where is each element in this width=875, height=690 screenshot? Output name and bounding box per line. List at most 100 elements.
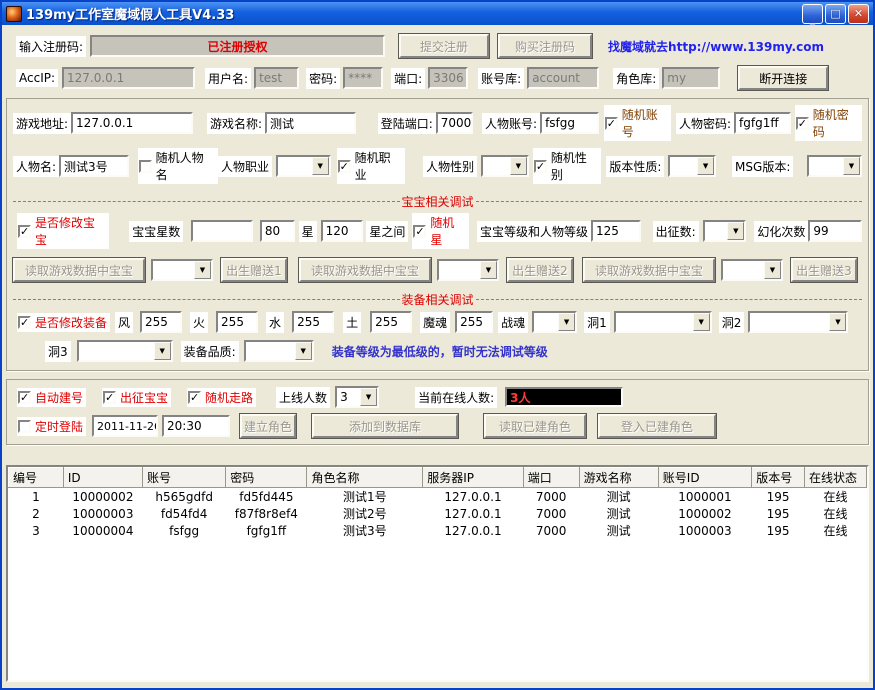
star-min-input[interactable]: 80 bbox=[260, 220, 295, 242]
modify-equip-checkbox[interactable]: ✓ 是否修改装备 bbox=[17, 313, 110, 332]
pet-select-1[interactable]: ▼ bbox=[151, 259, 213, 281]
morph-count-input[interactable]: 99 bbox=[808, 220, 862, 242]
column-header-10[interactable]: 版本号 bbox=[752, 468, 805, 488]
birth-gift-button-1[interactable]: 出生赠送1 bbox=[221, 258, 287, 282]
random-class-checkbox[interactable]: ✓ 随机职业 bbox=[337, 148, 406, 184]
pet-level-input[interactable]: 125 bbox=[591, 220, 641, 242]
char-password-input[interactable]: fgfg1ff bbox=[734, 112, 791, 134]
random-star-checkbox[interactable]: ✓ 随机星 bbox=[412, 213, 469, 249]
disconnect-button[interactable]: 断开连接 bbox=[738, 66, 828, 90]
chevron-down-icon[interactable]: ▼ bbox=[312, 157, 329, 175]
chevron-down-icon[interactable]: ▼ bbox=[194, 261, 211, 279]
chevron-down-icon[interactable]: ▼ bbox=[480, 261, 497, 279]
star-count-input[interactable] bbox=[191, 220, 253, 242]
column-header-2[interactable]: ID bbox=[63, 468, 142, 488]
port-input[interactable]: 3306 bbox=[428, 67, 468, 89]
column-header-8[interactable]: 游戏名称 bbox=[579, 468, 658, 488]
random-password-checkbox[interactable]: ✓ 随机密码 bbox=[795, 105, 862, 141]
battle-count-select[interactable]: ▼ bbox=[703, 220, 747, 242]
login-date-input[interactable]: 2011-11-26 bbox=[92, 415, 158, 437]
earth-input[interactable]: 255 bbox=[370, 311, 412, 333]
chevron-down-icon[interactable]: ▼ bbox=[154, 342, 171, 360]
wind-input[interactable]: 255 bbox=[140, 311, 182, 333]
game-name-input[interactable]: 测试 bbox=[265, 112, 356, 134]
chevron-down-icon[interactable]: ▼ bbox=[360, 388, 377, 406]
buy-register-button[interactable]: 购买注册码 bbox=[498, 34, 592, 58]
pet-select-3[interactable]: ▼ bbox=[721, 259, 783, 281]
table-row[interactable]: 210000003fd54fd4f87f8r8ef4测试2号127.0.0.17… bbox=[9, 505, 867, 522]
char-name-input[interactable]: 测试3号 bbox=[59, 155, 129, 177]
random-name-checkbox[interactable]: 随机人物名 bbox=[138, 148, 218, 184]
login-roles-button[interactable]: 登入已建角色 bbox=[598, 414, 716, 438]
random-gender-checkbox[interactable]: ✓ 随机性别 bbox=[533, 148, 602, 184]
minimize-icon[interactable]: _ bbox=[802, 4, 823, 24]
promo-link[interactable]: 找魔域就去http://www.139my.com bbox=[608, 38, 824, 55]
close-icon[interactable]: ✕ bbox=[848, 4, 869, 24]
accip-input[interactable]: 127.0.0.1 bbox=[62, 67, 195, 89]
table-cell: 7000 bbox=[523, 522, 579, 539]
hole1-select[interactable]: ▼ bbox=[614, 311, 712, 333]
online-count-select[interactable]: 3 ▼ bbox=[335, 386, 379, 408]
timed-login-checkbox[interactable]: 定时登陆 bbox=[17, 417, 86, 436]
maximize-icon[interactable]: □ bbox=[825, 4, 846, 24]
column-header-7[interactable]: 端口 bbox=[523, 468, 579, 488]
column-header-1[interactable]: 编号 bbox=[9, 468, 64, 488]
quality-select[interactable]: ▼ bbox=[244, 340, 314, 362]
read-pet-button-3[interactable]: 读取游戏数据中宝宝 bbox=[583, 258, 715, 282]
create-role-button[interactable]: 建立角色 bbox=[240, 414, 296, 438]
account-db-input[interactable]: account bbox=[527, 67, 599, 89]
column-header-9[interactable]: 账号ID bbox=[658, 468, 751, 488]
login-time-input[interactable]: 20:30 bbox=[162, 415, 230, 437]
hole3-label: 洞3 bbox=[45, 341, 71, 362]
star-max-input[interactable]: 120 bbox=[321, 220, 364, 242]
chevron-down-icon[interactable]: ▼ bbox=[295, 342, 312, 360]
birth-gift-button-2[interactable]: 出生赠送2 bbox=[507, 258, 573, 282]
pet-battle-checkbox[interactable]: ✓ 出征宝宝 bbox=[102, 388, 171, 407]
chevron-down-icon[interactable]: ▼ bbox=[829, 313, 846, 331]
msg-version-select[interactable]: ▼ bbox=[807, 155, 862, 177]
char-password-label: 人物密码: bbox=[676, 113, 734, 134]
random-account-checkbox[interactable]: ✓ 随机账号 bbox=[604, 105, 671, 141]
war-soul-select[interactable]: ▼ bbox=[532, 311, 577, 333]
add-db-button[interactable]: 添加到数据库 bbox=[312, 414, 458, 438]
chevron-down-icon[interactable]: ▼ bbox=[764, 261, 781, 279]
char-account-input[interactable]: fsfgg bbox=[540, 112, 599, 134]
login-port-input[interactable]: 7000 bbox=[436, 112, 473, 134]
char-class-select[interactable]: ▼ bbox=[276, 155, 331, 177]
table-row[interactable]: 110000002h565gdfdfd5fd445测试1号127.0.0.170… bbox=[9, 488, 867, 506]
fire-input[interactable]: 255 bbox=[216, 311, 258, 333]
read-pet-button-1[interactable]: 读取游戏数据中宝宝 bbox=[13, 258, 145, 282]
column-header-4[interactable]: 密码 bbox=[226, 468, 307, 488]
chevron-down-icon[interactable]: ▼ bbox=[693, 313, 710, 331]
chevron-down-icon[interactable]: ▼ bbox=[558, 313, 575, 331]
column-header-3[interactable]: 账号 bbox=[143, 468, 226, 488]
random-walk-checkbox[interactable]: ✓ 随机走路 bbox=[187, 388, 256, 407]
register-code-field[interactable]: 已注册授权 bbox=[90, 35, 385, 57]
water-input[interactable]: 255 bbox=[292, 311, 334, 333]
password-input[interactable]: **** bbox=[343, 67, 383, 89]
auto-create-checkbox[interactable]: ✓ 自动建号 bbox=[17, 388, 86, 407]
modify-pet-checkbox[interactable]: ✓ 是否修改宝宝 bbox=[17, 213, 109, 249]
chevron-down-icon[interactable]: ▼ bbox=[727, 222, 744, 240]
chevron-down-icon[interactable]: ▼ bbox=[697, 157, 714, 175]
role-db-input[interactable]: my bbox=[662, 67, 720, 89]
read-pet-button-2[interactable]: 读取游戏数据中宝宝 bbox=[299, 258, 431, 282]
chevron-down-icon[interactable]: ▼ bbox=[843, 157, 860, 175]
read-roles-button[interactable]: 读取已建角色 bbox=[484, 414, 586, 438]
column-header-5[interactable]: 角色名称 bbox=[307, 468, 423, 488]
column-header-6[interactable]: 服务器IP bbox=[423, 468, 524, 488]
table-row[interactable]: 310000004fsfggfgfg1ff测试3号127.0.0.17000测试… bbox=[9, 522, 867, 539]
game-address-input[interactable]: 127.0.0.1 bbox=[71, 112, 193, 134]
username-input[interactable]: test bbox=[254, 67, 299, 89]
hole3-select[interactable]: ▼ bbox=[77, 340, 173, 362]
chevron-down-icon[interactable]: ▼ bbox=[510, 157, 527, 175]
version-select[interactable]: ▼ bbox=[668, 155, 716, 177]
hole2-select[interactable]: ▼ bbox=[748, 311, 848, 333]
magic-soul-input[interactable]: 255 bbox=[455, 311, 493, 333]
account-table-container[interactable]: 编号ID账号密码角色名称服务器IP端口游戏名称账号ID版本号在线状态 11000… bbox=[6, 465, 869, 682]
char-gender-select[interactable]: ▼ bbox=[481, 155, 529, 177]
pet-select-2[interactable]: ▼ bbox=[437, 259, 499, 281]
column-header-11[interactable]: 在线状态 bbox=[804, 468, 866, 488]
submit-register-button[interactable]: 提交注册 bbox=[399, 34, 489, 58]
birth-gift-button-3[interactable]: 出生赠送3 bbox=[791, 258, 857, 282]
